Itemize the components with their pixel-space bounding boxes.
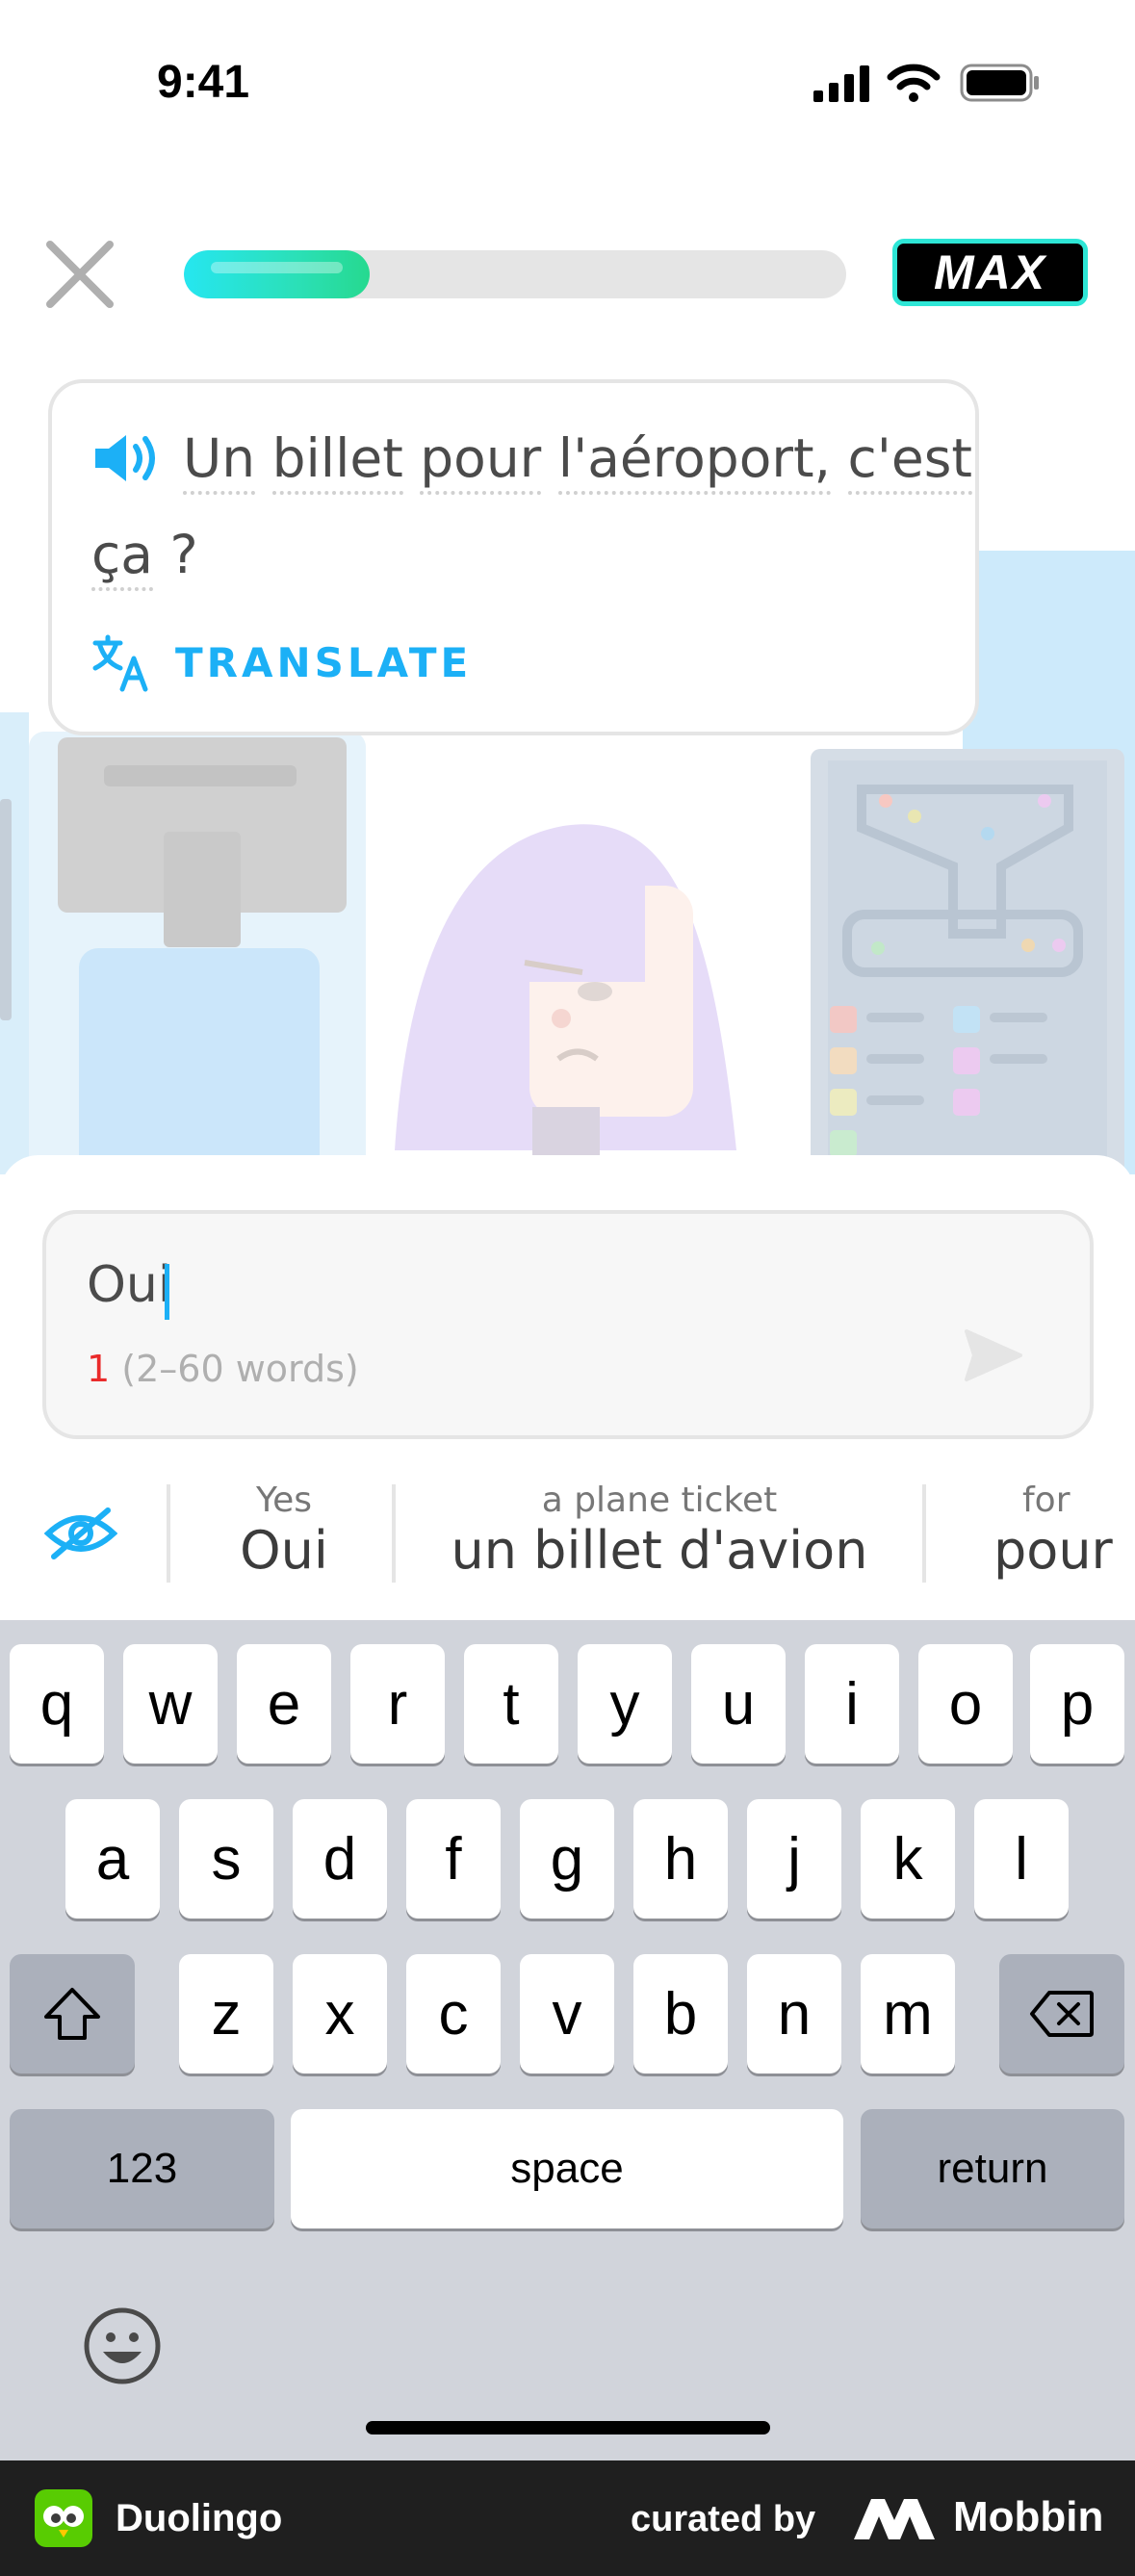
prompt-word[interactable]: pour <box>420 427 542 495</box>
suggestion-divider <box>392 1484 396 1583</box>
shift-key[interactable] <box>10 1954 135 2074</box>
lesson-progress-shine <box>211 262 343 273</box>
translate-icon[interactable] <box>91 633 151 693</box>
lesson-progress-fill <box>184 250 370 298</box>
key-a[interactable]: a <box>65 1799 160 1919</box>
key-g[interactable]: g <box>520 1799 614 1919</box>
footer-app-name: Duolingo <box>116 2497 283 2539</box>
suggestion-chip[interactable]: Yes Oui <box>173 1481 395 1581</box>
backspace-icon <box>1030 1991 1094 2037</box>
prompt-word[interactable]: l'aéroport, <box>557 427 832 495</box>
close-icon[interactable] <box>42 237 117 312</box>
key-t[interactable]: t <box>464 1644 558 1764</box>
footer-brand: Mobbin <box>953 2493 1104 2540</box>
answer-input[interactable]: Oui <box>87 1256 171 1314</box>
suggestion-hint: Yes <box>255 1481 313 1520</box>
suggestion-divider <box>167 1484 170 1583</box>
answer-input-box[interactable] <box>42 1210 1094 1439</box>
key-z[interactable]: z <box>179 1954 273 2074</box>
suggestion-hint: for <box>1022 1481 1071 1520</box>
prompt-word[interactable]: ça <box>91 524 153 591</box>
key-v[interactable]: v <box>520 1954 614 2074</box>
word-count-range: (2–60 words) <box>121 1348 359 1390</box>
key-d[interactable]: d <box>293 1799 387 1919</box>
duolingo-logo-icon <box>35 2489 92 2547</box>
key-f[interactable]: f <box>406 1799 501 1919</box>
lesson-progress-bar <box>184 250 846 298</box>
prompt-word: ? <box>169 524 198 585</box>
shift-icon <box>44 1988 100 2040</box>
key-r[interactable]: r <box>350 1644 445 1764</box>
text-caret <box>165 1264 169 1320</box>
home-indicator <box>366 2421 770 2434</box>
suggestion-word: pour <box>993 1520 1113 1581</box>
key-e[interactable]: e <box>237 1644 331 1764</box>
prompt-word[interactable]: billet <box>271 427 403 495</box>
key-q[interactable]: q <box>10 1644 104 1764</box>
suggestion-hint: a plane ticket <box>541 1481 778 1520</box>
key-m[interactable]: m <box>861 1954 955 2074</box>
key-o[interactable]: o <box>918 1644 1013 1764</box>
word-counter: 1 (2–60 words) <box>87 1348 359 1390</box>
key-j[interactable]: j <box>747 1799 841 1919</box>
return-key[interactable]: return <box>861 2109 1124 2228</box>
battery-icon <box>960 64 1041 106</box>
mobbin-logo-icon <box>852 2497 937 2541</box>
suggestion-divider <box>922 1484 926 1583</box>
cellular-signal-icon <box>813 65 871 106</box>
prompt-word[interactable]: Un <box>183 427 256 495</box>
key-x[interactable]: x <box>293 1954 387 2074</box>
translate-button[interactable]: TRANSLATE <box>175 639 472 686</box>
key-n[interactable]: n <box>747 1954 841 2074</box>
key-s[interactable]: s <box>179 1799 273 1919</box>
suggestion-chip[interactable]: a plane ticket un billet d'avion <box>400 1481 919 1581</box>
prompt-line-1: Un billet pour l'aéroport, c'est <box>183 427 972 495</box>
prompt-word[interactable]: c'est <box>847 427 972 495</box>
send-icon[interactable] <box>961 1324 1024 1387</box>
status-time: 9:41 <box>157 57 250 108</box>
wifi-icon <box>887 64 941 106</box>
key-u[interactable]: u <box>691 1644 786 1764</box>
key-b[interactable]: b <box>633 1954 728 2074</box>
key-w[interactable]: w <box>123 1644 218 1764</box>
footer-curated-by: curated by <box>631 2499 816 2539</box>
space-key[interactable]: space <box>291 2109 843 2228</box>
on-screen-keyboard: q w e r t y u i o p a s d f g h j k l z … <box>0 1620 1135 2460</box>
word-count-value: 1 <box>87 1348 111 1390</box>
suggestion-word: un billet d'avion <box>451 1520 868 1581</box>
key-p[interactable]: p <box>1030 1644 1124 1764</box>
key-l[interactable]: l <box>974 1799 1069 1919</box>
max-badge[interactable]: MAX <box>892 239 1088 306</box>
suggestion-word: Oui <box>240 1520 328 1581</box>
backspace-key[interactable] <box>999 1954 1124 2074</box>
key-i[interactable]: i <box>805 1644 899 1764</box>
key-k[interactable]: k <box>861 1799 955 1919</box>
suggestion-chip[interactable]: for pour <box>953 1481 1135 1581</box>
emoji-icon[interactable] <box>82 2306 163 2386</box>
numbers-key[interactable]: 123 <box>10 2109 274 2228</box>
prompt-line-2: ça ? <box>91 524 198 591</box>
key-c[interactable]: c <box>406 1954 501 2074</box>
key-h[interactable]: h <box>633 1799 728 1919</box>
key-y[interactable]: y <box>578 1644 672 1764</box>
hide-suggestions-icon[interactable] <box>43 1505 118 1562</box>
speaker-icon[interactable] <box>91 429 161 487</box>
